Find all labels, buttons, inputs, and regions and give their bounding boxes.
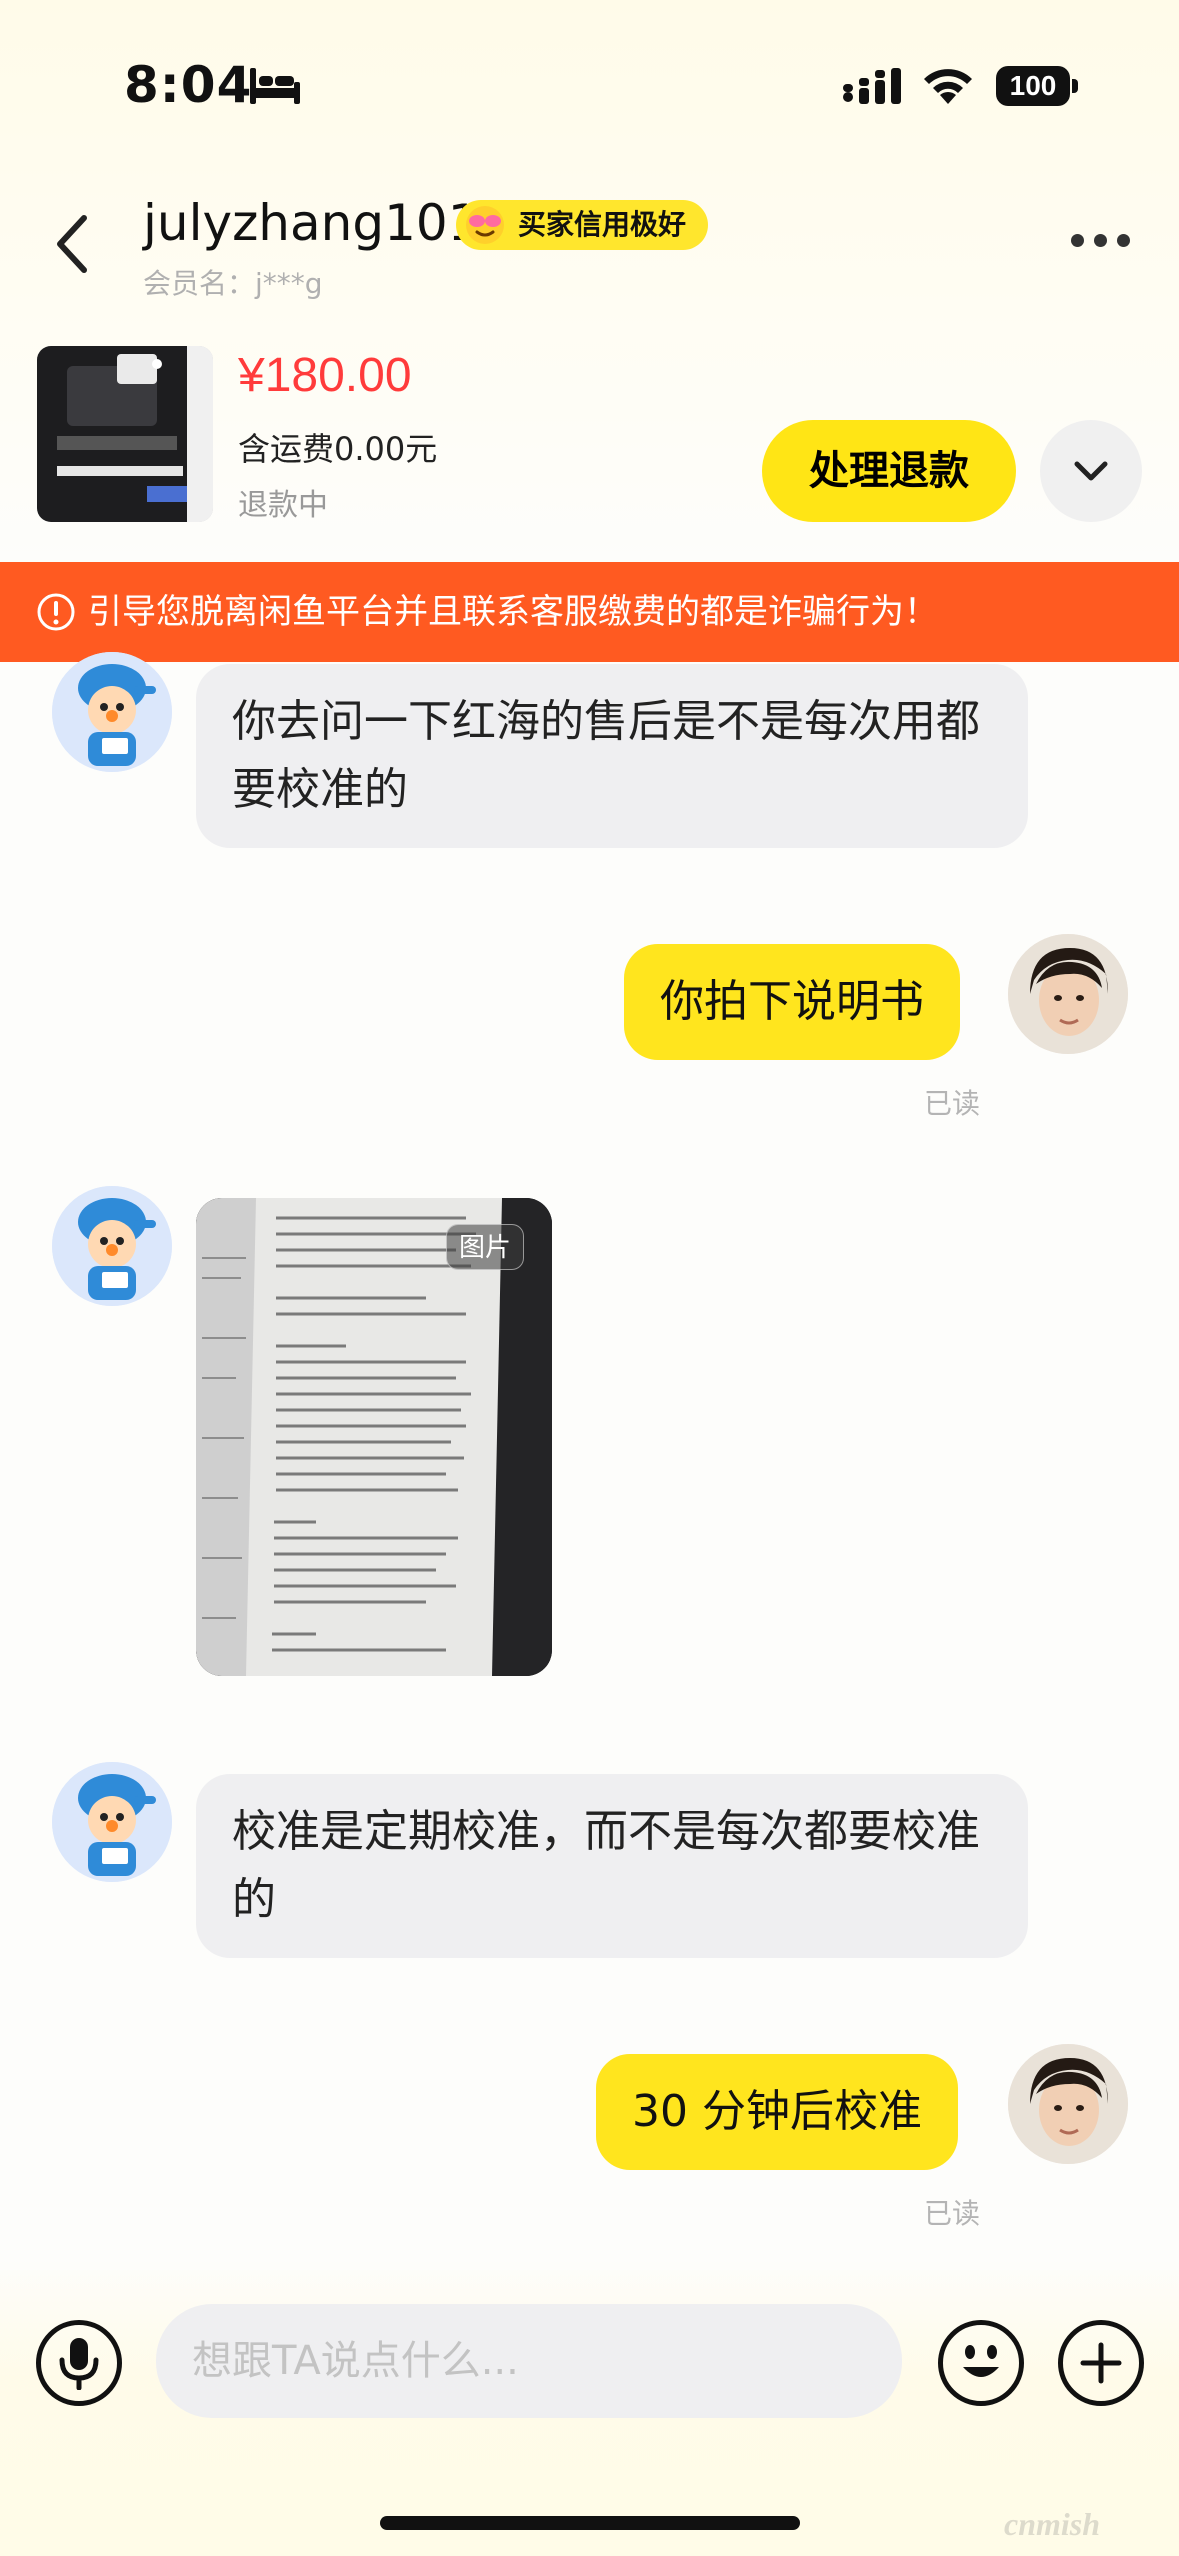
smiley-icon	[963, 2345, 999, 2377]
more-dot	[1093, 233, 1107, 247]
warning-text: 引导您脱离闲鱼平台并且联系客服缴费的都是诈骗行为！	[88, 592, 938, 632]
emoji-button[interactable]	[938, 2320, 1024, 2406]
battery-level: 100	[996, 66, 1070, 106]
image-tag: 图片	[446, 1224, 525, 1270]
message-bubble[interactable]: 你拍下说明书	[624, 944, 960, 1060]
seller-avatar[interactable]	[52, 1762, 172, 1882]
portrait-avatar-image	[1008, 934, 1128, 1054]
chevron-down-icon	[1074, 461, 1108, 481]
fraud-warning-banner: 引导您脱离闲鱼平台并且联系客服缴费的都是诈骗行为！	[0, 562, 1179, 662]
cartoon-avatar-image	[52, 1762, 172, 1882]
sleep-focus-icon	[250, 68, 300, 104]
product-thumbnail[interactable]	[37, 346, 213, 522]
cellular-signal-icon	[843, 68, 901, 104]
process-refund-button[interactable]: 处理退款	[762, 420, 1016, 522]
message-bubble[interactable]: 校准是定期校准，而不是每次都要校准的	[196, 1774, 1028, 1958]
more-actions-button[interactable]	[1058, 2320, 1144, 2406]
member-name: 会员名：j***g	[143, 267, 323, 300]
cool-face-icon	[466, 206, 504, 244]
chat-title: julyzhang101	[143, 194, 480, 252]
my-avatar[interactable]	[1008, 934, 1128, 1054]
product-image	[37, 346, 213, 522]
read-receipt: 已读	[924, 2197, 981, 2230]
status-time: 8:04	[124, 56, 253, 114]
plus-icon	[1080, 2342, 1122, 2384]
shipping-fee: 含运费0.00元	[238, 430, 438, 468]
seller-avatar[interactable]	[52, 652, 172, 772]
microphone-icon	[59, 2338, 99, 2390]
expand-order-button[interactable]	[1040, 420, 1142, 522]
voice-input-button[interactable]	[36, 2320, 122, 2406]
credit-badge-label: 买家信用极好	[518, 208, 687, 241]
more-dot	[1070, 233, 1084, 247]
cartoon-avatar-image	[52, 1186, 172, 1306]
message-input[interactable]	[156, 2304, 902, 2418]
portrait-avatar-image	[1008, 2044, 1128, 2164]
home-indicator[interactable]	[380, 2516, 800, 2530]
wifi-icon	[924, 69, 972, 104]
watermark: cnmish	[1004, 2506, 1101, 2542]
message-bubble[interactable]: 30 分钟后校准	[596, 2054, 958, 2170]
alert-icon	[37, 593, 75, 631]
more-options-button[interactable]	[1060, 210, 1140, 270]
credit-badge[interactable]: 买家信用极好	[456, 200, 709, 250]
chevron-left-icon	[57, 215, 87, 273]
battery-indicator: 100	[996, 66, 1078, 106]
cartoon-avatar-image	[52, 652, 172, 772]
product-price: ¥180.00	[238, 349, 412, 402]
message-bubble[interactable]: 你去问一下红海的售后是不是每次用都要校准的	[196, 664, 1028, 848]
my-avatar[interactable]	[1008, 2044, 1128, 2164]
seller-avatar[interactable]	[52, 1186, 172, 1306]
order-status: 退款中	[238, 488, 328, 523]
back-button[interactable]	[44, 206, 100, 282]
more-dot	[1116, 233, 1130, 247]
read-receipt: 已读	[924, 1087, 981, 1120]
